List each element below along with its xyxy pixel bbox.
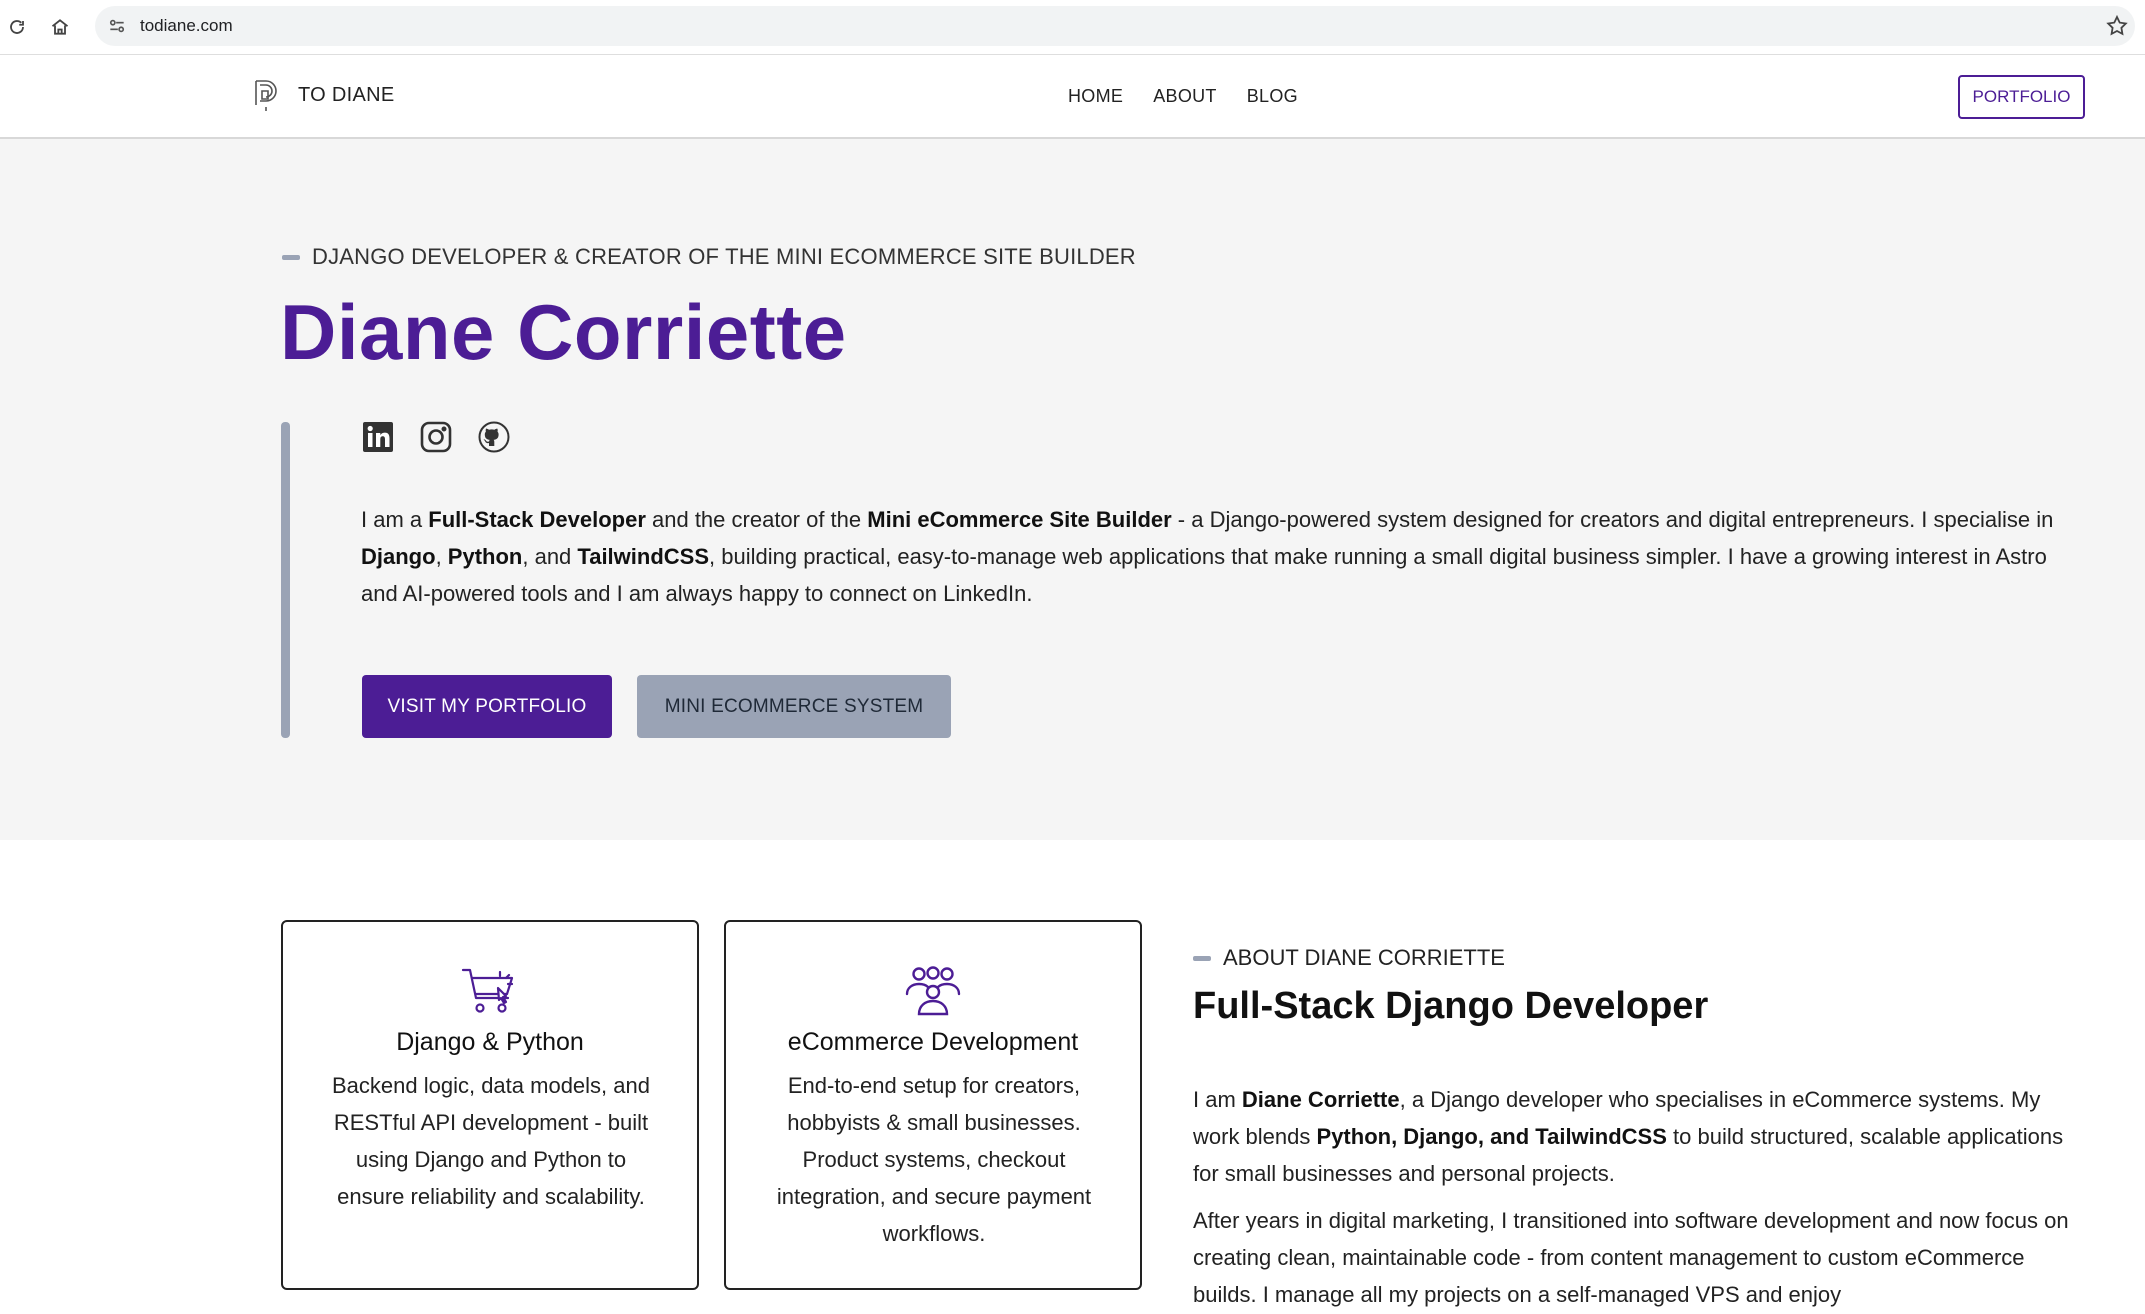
service-title: Django & Python [396, 1028, 584, 1056]
intro-text: I am a [361, 507, 429, 532]
logo-text: TO DIANE [298, 83, 395, 106]
mini-ecommerce-button[interactable]: MINI ECOMMERCE SYSTEM [637, 675, 951, 738]
service-card-ecommerce: eCommerce Development End-to-end setup f… [724, 920, 1142, 1290]
eyebrow-dash [1193, 955, 1211, 961]
home-icon[interactable] [46, 13, 74, 41]
service-card-django: Django & Python Backend logic, data mode… [281, 920, 699, 1290]
eyebrow-dash [282, 254, 300, 260]
hero-vertical-rule [281, 422, 290, 738]
intro-bold: TailwindCSS [577, 544, 710, 569]
intro-text: - a Django-powered system designed for c… [1171, 507, 2054, 532]
intro-text: , and [522, 544, 578, 569]
portfolio-button[interactable]: PORTFOLIO [1958, 75, 2085, 119]
instagram-icon[interactable] [419, 420, 453, 454]
site-header: TO DIANE HOME ABOUT BLOG PORTFOLIO [0, 55, 2145, 139]
site-info-icon[interactable] [107, 16, 127, 36]
intro-bold: Full-Stack Developer [428, 507, 646, 532]
nav-blog[interactable]: BLOG [1247, 86, 1298, 107]
users-group-icon [905, 966, 961, 1016]
hero-eyebrow: DJANGO DEVELOPER & CREATOR OF THE MINI E… [282, 244, 1136, 270]
intro-bold: Python [447, 544, 523, 569]
logo-mark-icon [255, 80, 277, 111]
service-description: End-to-end setup for creators, hobbyists… [776, 1073, 1092, 1246]
address-bar[interactable]: todiane.com [95, 6, 2135, 46]
nav-about[interactable]: ABOUT [1153, 86, 1217, 107]
reload-icon[interactable] [3, 13, 31, 41]
hero-intro: I am a Full-Stack Developer and the crea… [361, 501, 2061, 612]
visit-portfolio-button[interactable]: VISIT MY PORTFOLIO [362, 675, 612, 738]
linkedin-icon[interactable] [361, 420, 395, 454]
service-description: Backend logic, data models, and RESTful … [332, 1073, 650, 1209]
about-bold: Python, Django, and TailwindCSS [1316, 1124, 1667, 1149]
hero-name: Diane Corriette [280, 288, 847, 376]
about-text: I am [1193, 1087, 1242, 1112]
shopping-cart-icon [461, 968, 514, 1013]
site-logo[interactable]: TO DIANE [252, 77, 395, 113]
browser-toolbar: todiane.com [0, 0, 2145, 55]
intro-bold: Django [361, 544, 436, 569]
intro-bold: Mini eCommerce Site Builder [867, 507, 1172, 532]
main-nav: HOME ABOUT BLOG [1068, 86, 1298, 107]
about-bold: Diane Corriette [1241, 1087, 1400, 1112]
social-links [361, 420, 511, 454]
github-icon[interactable] [477, 420, 511, 454]
about-paragraph-2: After years in digital marketing, I tran… [1193, 1208, 2069, 1307]
about-title: Full-Stack Django Developer [1193, 985, 1709, 1027]
service-title: eCommerce Development [787, 1028, 1079, 1056]
about-eyebrow: ABOUT DIANE CORRIETTE [1193, 945, 1505, 971]
url-text[interactable]: todiane.com [140, 16, 233, 36]
about-eyebrow-text: ABOUT DIANE CORRIETTE [1223, 945, 1505, 970]
hero-eyebrow-text: DJANGO DEVELOPER & CREATOR OF THE MINI E… [312, 244, 1136, 269]
bookmark-star-icon[interactable] [2105, 14, 2129, 38]
nav-home[interactable]: HOME [1068, 86, 1123, 107]
intro-text: , [435, 544, 448, 569]
hero-section: DJANGO DEVELOPER & CREATOR OF THE MINI E… [0, 139, 2145, 840]
about-paragraph-1: I am Diane Corriette, a Django developer… [1193, 1081, 2073, 1192]
intro-text: and the creator of the [645, 507, 868, 532]
